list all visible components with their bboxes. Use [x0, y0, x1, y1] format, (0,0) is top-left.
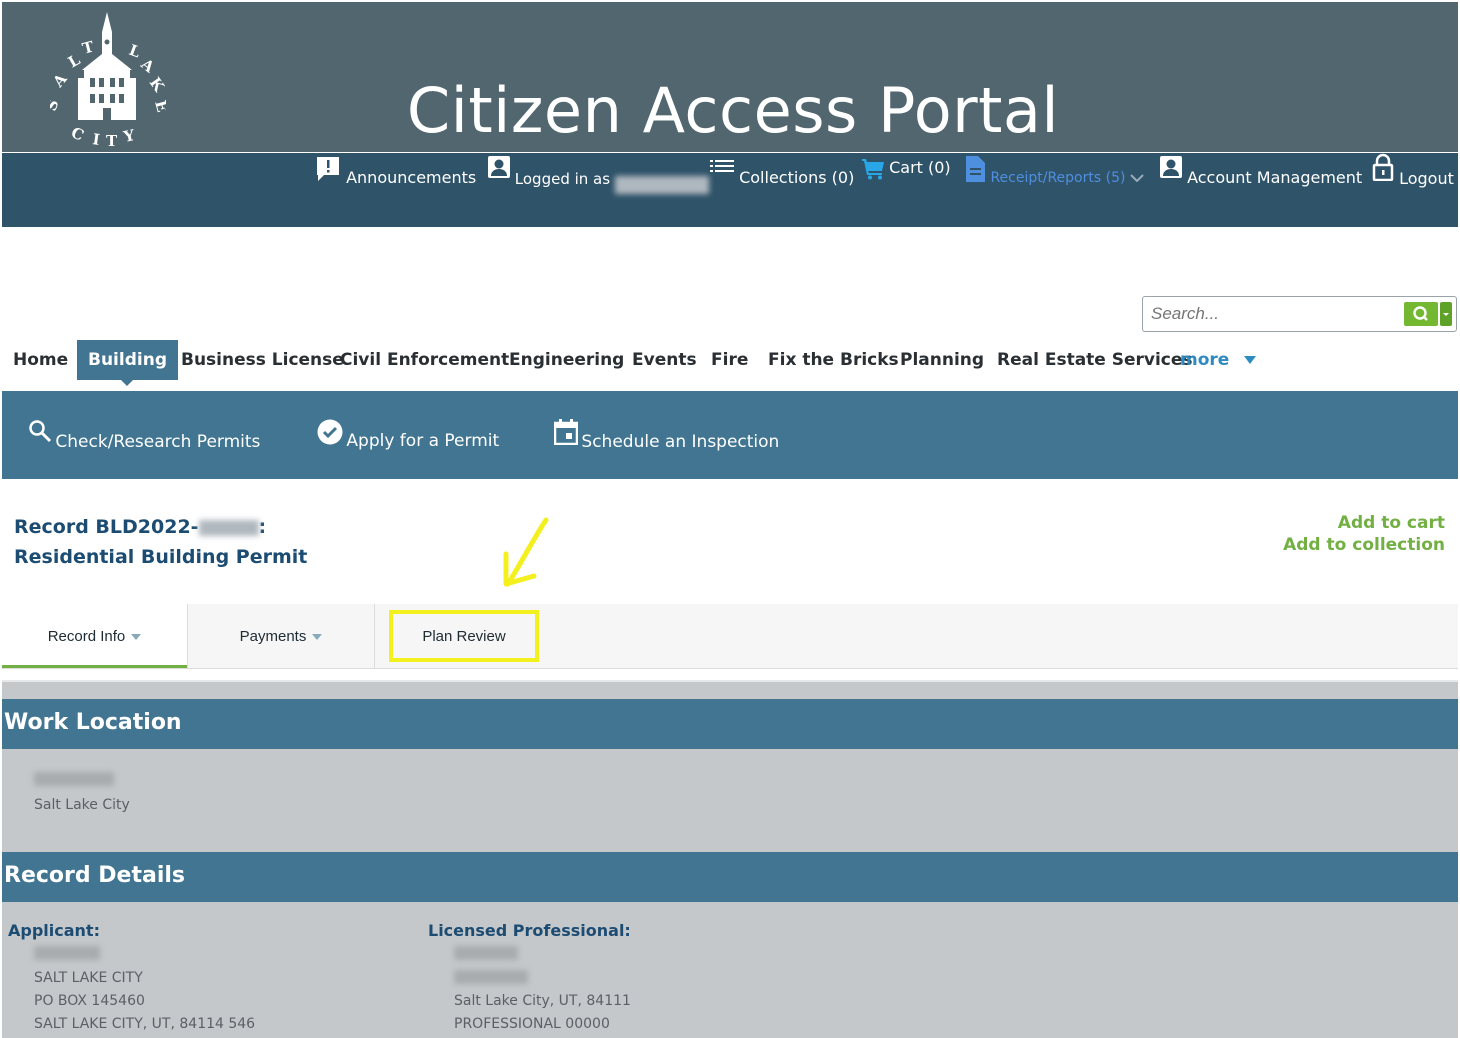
username-redacted — [614, 175, 709, 194]
announcements-link[interactable]: Announcements — [315, 156, 476, 187]
nav-more-label: more — [1180, 350, 1230, 370]
chevron-down-icon — [1130, 174, 1144, 182]
work-location-address-redacted — [34, 772, 114, 790]
main-navigation: Home Building Business License Civil Enf… — [0, 340, 1460, 386]
add-to-collection-link[interactable]: Add to collection — [1283, 534, 1445, 556]
logged-in-label: Logged in as — [514, 170, 611, 188]
professional-company-redacted — [454, 970, 528, 988]
work-location-heading: Work Location — [2, 699, 1458, 749]
tab-payments-label: Payments — [239, 628, 307, 645]
schedule-inspection-label: Schedule an Inspection — [581, 432, 780, 452]
record-number-redacted — [198, 519, 259, 536]
tab-record-info-label: Record Info — [47, 628, 126, 645]
work-location-heading-label: Work Location — [4, 710, 182, 735]
collections-label: Collections (0) — [739, 168, 855, 187]
annotation-arrow — [503, 517, 549, 587]
tab-payments[interactable]: Payments — [188, 604, 374, 668]
magnifier-icon — [29, 420, 52, 443]
cart-icon — [862, 159, 884, 180]
apply-for-permit-label: Apply for a Permit — [346, 431, 500, 451]
annotation-highlight-box — [389, 610, 539, 662]
record-number-suffix: : — [258, 516, 267, 538]
search-button[interactable] — [1404, 302, 1438, 326]
nav-engineering[interactable]: Engineering — [498, 340, 635, 380]
cart-label: Cart (0) — [889, 158, 951, 177]
account-management-label: Account Management — [1187, 168, 1363, 187]
professional-name-redacted — [454, 946, 518, 964]
svg-text:L: L — [127, 41, 143, 62]
tab-record-info[interactable]: Record Info — [2, 604, 187, 668]
nav-business-license[interactable]: Business License — [170, 340, 355, 380]
add-to-cart-link[interactable]: Add to cart — [1283, 512, 1445, 534]
portal-title: Citizen Access Portal — [406, 74, 1060, 147]
nav-planning[interactable]: Planning — [889, 340, 995, 380]
nav-events[interactable]: Events — [621, 340, 708, 380]
professional-line: PROFESSIONAL 00000 — [454, 1016, 610, 1032]
search-icon — [1413, 306, 1428, 321]
caret-down-icon — [131, 634, 142, 641]
triangle-down-icon — [1244, 356, 1257, 364]
user-icon — [488, 156, 510, 178]
record-number-prefix: Record BLD2022- — [14, 516, 199, 538]
check-research-permits-label: Check/Research Permits — [55, 432, 261, 452]
applicant-line: SALT LAKE CITY — [34, 970, 143, 986]
caret-down-icon — [1443, 313, 1449, 316]
account-management-link[interactable]: Account Management — [1160, 156, 1362, 187]
redacted-text — [34, 946, 100, 960]
receipts-reports-label: Receipt/Reports (5) — [990, 170, 1126, 186]
nav-home[interactable]: Home — [2, 340, 79, 380]
header-banner: S A L T L A K E C I T Y Citizen Access P… — [2, 2, 1458, 152]
lock-icon — [1372, 153, 1394, 181]
global-search — [1142, 296, 1457, 332]
record-actions: Add to cart Add to collection — [1283, 512, 1445, 556]
applicant-name-redacted — [34, 946, 100, 964]
work-location-city: Salt Lake City — [34, 797, 130, 813]
professional-line: Salt Lake City, UT, 84111 — [454, 993, 631, 1009]
nav-civil-enforcement[interactable]: Civil Enforcement — [329, 340, 520, 380]
nav-fix-the-bricks[interactable]: Fix the Bricks — [757, 340, 910, 380]
page: S A L T L A K E C I T Y Citizen Access P… — [0, 0, 1460, 1038]
record-title: Record BLD2022-: Residential Building Pe… — [14, 512, 307, 572]
svg-text:L: L — [65, 50, 84, 71]
announcements-label: Announcements — [346, 168, 477, 187]
logged-in-status: Logged in as — [488, 156, 709, 194]
redacted-text — [34, 772, 114, 786]
logout-link[interactable]: Logout — [1372, 153, 1454, 188]
redacted-text — [454, 946, 518, 960]
account-icon — [1160, 156, 1182, 178]
schedule-inspection-link[interactable]: Schedule an Inspection — [553, 419, 779, 452]
applicant-line: SALT LAKE CITY, UT, 84114 546 — [34, 1016, 256, 1032]
record-type: Residential Building Permit — [14, 546, 308, 568]
apply-for-permit-link[interactable]: Apply for a Permit — [317, 419, 499, 451]
search-input[interactable] — [1149, 302, 1393, 326]
calendar-icon — [553, 419, 579, 446]
document-icon — [966, 156, 985, 182]
nav-fire[interactable]: Fire — [700, 340, 759, 380]
nav-building[interactable]: Building — [77, 340, 178, 386]
record-details-heading-label: Record Details — [4, 863, 185, 888]
receipts-reports-menu[interactable]: Receipt/Reports (5) — [964, 156, 1144, 186]
record-tabs: Record Info Payments Plan Review — [2, 604, 1458, 669]
search-options-button[interactable] — [1440, 302, 1452, 326]
cart-link[interactable]: Cart (0) — [862, 158, 951, 180]
building-subnav: Check/Research Permits Apply for a Permi… — [2, 391, 1458, 479]
nav-more[interactable]: more — [1169, 340, 1268, 380]
record-number: Record BLD2022-: — [14, 512, 307, 542]
svg-text:T: T — [80, 37, 96, 57]
redacted-text — [454, 970, 528, 984]
record-details-heading: Record Details — [2, 852, 1458, 902]
top-utility-bar: Announcements Logged in as Collections (… — [2, 153, 1458, 227]
check-research-permits-link[interactable]: Check/Research Permits — [28, 419, 260, 452]
list-icon — [710, 160, 734, 172]
applicant-label: Applicant: — [8, 921, 100, 940]
logout-label: Logout — [1399, 169, 1454, 188]
checkmark-circle-icon — [317, 419, 343, 445]
announcement-icon — [317, 157, 339, 181]
applicant-line: PO BOX 145460 — [34, 993, 145, 1009]
tab-divider — [374, 604, 375, 668]
caret-down-icon — [312, 634, 323, 641]
licensed-professional-label: Licensed Professional: — [428, 921, 631, 940]
collections-link[interactable]: Collections (0) — [710, 158, 854, 187]
